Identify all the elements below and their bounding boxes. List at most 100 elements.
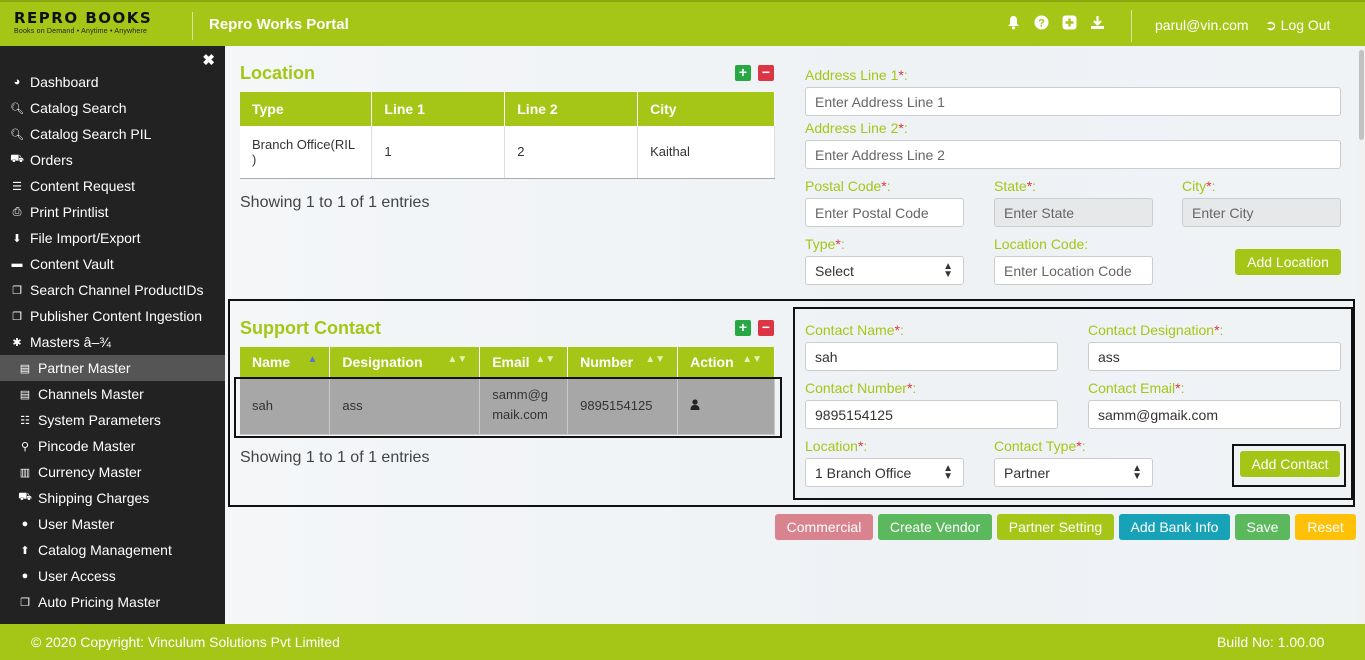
sidebar-item-content-vault[interactable]: ▬ Content Vault <box>0 251 225 277</box>
type-label: Type*: <box>805 236 845 252</box>
sidebar-item-system-parameters[interactable]: ☷ System Parameters <box>0 407 225 433</box>
contact-designation-input[interactable]: ass <box>1088 342 1341 371</box>
sidebar-item-channels-master[interactable]: ▤ Channels Master <box>0 381 225 407</box>
location-cell-line1: 1 <box>371 126 506 179</box>
sidebar-item-user-access[interactable]: ● User Access <box>0 563 225 589</box>
sidebar-item-label: Channels Master <box>38 386 144 402</box>
contact-number-input[interactable]: 9895154125 <box>805 400 1058 429</box>
contact-showing-entries: Showing 1 to 1 of 1 entries <box>240 449 430 466</box>
table-row[interactable]: Branch Office(RIL ) 1 2 Kaithal <box>240 126 775 179</box>
sidebar-item-catalog-search[interactable]: 🔍︎ Catalog Search <box>0 95 225 121</box>
contact-location-select[interactable]: 1 Branch Office ▲ ▼ <box>805 458 964 487</box>
contact-col-number[interactable]: Number ▲▼ <box>567 347 679 377</box>
location-code-input[interactable]: Enter Location Code <box>994 256 1153 285</box>
reset-button[interactable]: Reset <box>1295 514 1356 540</box>
sidebar-item-catalog-search-pil[interactable]: 🔍︎ Catalog Search PIL <box>0 121 225 147</box>
sidebar-item-dashboard[interactable]: ◕ Dashboard <box>0 69 225 95</box>
repro-books-logo[interactable]: REPRO BOOKS Books on Demand • Anytime • … <box>14 10 179 40</box>
sidebar-item-publisher-content-ingestion[interactable]: ❐ Publisher Content Ingestion <box>0 303 225 329</box>
barcode-icon: ▥ <box>19 466 31 479</box>
user-email[interactable]: parul@vin.com <box>1155 17 1249 33</box>
address1-input[interactable]: Enter Address Line 1 <box>805 87 1341 116</box>
location-cell-line2: 2 <box>504 126 639 179</box>
sidebar-item-catalog-management[interactable]: ⬆ Catalog Management <box>0 537 225 563</box>
sidebar-item-auto-pricing-master[interactable]: ❐ Auto Pricing Master <box>0 589 225 615</box>
add-location-plus-icon[interactable]: + <box>735 65 751 81</box>
sidebar-item-label: Content Vault <box>30 256 114 272</box>
add-bank-info-button[interactable]: Add Bank Info <box>1119 514 1230 540</box>
contact-type-value: Partner <box>1004 465 1050 481</box>
save-button[interactable]: Save <box>1235 514 1290 540</box>
plus-square-icon[interactable] <box>1061 15 1077 33</box>
sidebar-item-shipping-charges[interactable]: ⛟ Shipping Charges <box>0 485 225 511</box>
user-icon: ● <box>21 518 29 530</box>
sidebar-item-label: Currency Master <box>38 464 142 480</box>
commercial-button[interactable]: Commercial <box>775 514 873 540</box>
sidebar-item-file-import-export[interactable]: ⬇ File Import/Export <box>0 225 225 251</box>
location-col-city[interactable]: City <box>637 92 775 126</box>
pin-icon: ⚲ <box>20 440 30 453</box>
contact-name-input[interactable]: sah <box>805 342 1058 371</box>
city-label: City*: <box>1182 178 1216 194</box>
sidebar-item-user-master[interactable]: ● User Master <box>0 511 225 537</box>
postal-code-label: Postal Code*: <box>805 178 891 194</box>
location-col-type[interactable]: Type <box>240 92 373 126</box>
bell-icon[interactable] <box>1005 15 1021 33</box>
support-contact-title: Support Contact <box>240 318 381 338</box>
postal-code-input[interactable]: Enter Postal Code <box>805 198 964 227</box>
contact-col-designation[interactable]: Designation ▲▼ <box>329 347 481 377</box>
sidebar-item-label: User Master <box>38 516 115 532</box>
add-location-button[interactable]: Add Location <box>1235 249 1341 275</box>
download-icon[interactable] <box>1089 15 1105 33</box>
remove-location-minus-icon[interactable]: − <box>758 65 774 81</box>
main-content: Location + − Type Line 1 Line 2 City Bra… <box>225 46 1365 624</box>
cart-icon: ⛟ <box>10 153 24 165</box>
state-input[interactable]: Enter State <box>994 198 1153 227</box>
contact-col-name[interactable]: Name ▲ <box>240 347 331 377</box>
partner-setting-button[interactable]: Partner Setting <box>997 514 1114 540</box>
location-cell-city: Kaithal <box>637 126 775 179</box>
sidebar-item-print-printlist[interactable]: ⎙ Print Printlist <box>0 199 225 225</box>
add-contact-button[interactable]: Add Contact <box>1240 451 1340 477</box>
page-scrollbar-thumb[interactable] <box>1359 50 1364 140</box>
logout-link[interactable]: ➲ Log Out <box>1265 17 1330 34</box>
remove-contact-minus-icon[interactable]: − <box>758 320 774 336</box>
sidebar-item-label: Search Channel ProductIDs <box>30 282 204 298</box>
search-icon: 🔍︎ <box>10 128 24 141</box>
sidebar-item-masters[interactable]: ✱ Masters â–¾ <box>0 329 225 355</box>
type-select[interactable]: Select ▲ ▼ <box>805 256 964 285</box>
sidebar-item-currency-master[interactable]: ▥ Currency Master <box>0 459 225 485</box>
folder-icon: ▬ <box>11 258 23 270</box>
sidebar-item-content-request[interactable]: ☰ Content Request <box>0 173 225 199</box>
header-divider-right <box>1131 10 1132 42</box>
question-icon[interactable]: ? <box>1033 15 1049 33</box>
sidebar-item-pincode-master[interactable]: ⚲ Pincode Master <box>0 433 225 459</box>
address2-input[interactable]: Enter Address Line 2 <box>805 140 1341 169</box>
sidebar-item-search-channel-productids[interactable]: ❐ Search Channel ProductIDs <box>0 277 225 303</box>
sidebar-item-partner-master[interactable]: ▤ Partner Master <box>0 355 225 381</box>
copy-icon: ❐ <box>12 284 22 297</box>
sort-icon: ▲▼ <box>645 354 666 365</box>
location-col-line2[interactable]: Line 2 <box>504 92 639 126</box>
close-icon[interactable]: ✖ <box>202 51 215 69</box>
header-divider <box>192 12 193 40</box>
sidebar-menu: ◕ Dashboard 🔍︎ Catalog Search 🔍︎ Catalog Sear… <box>0 69 225 615</box>
contact-email-input[interactable]: samm@gmaik.com <box>1088 400 1341 429</box>
sort-arrows-icon: ▲ ▼ <box>943 261 953 280</box>
sidebar-item-label: Publisher Content Ingestion <box>30 308 202 324</box>
sort-icon: ▲▼ <box>742 354 762 365</box>
add-contact-plus-icon[interactable]: + <box>735 320 751 336</box>
location-col-line1[interactable]: Line 1 <box>371 92 506 126</box>
type-select-value: Select <box>815 263 854 279</box>
city-input[interactable]: Enter City <box>1182 198 1341 227</box>
sort-asc-icon: ▲ <box>307 354 318 365</box>
location-cell-type: Branch Office(RIL ) <box>240 126 373 179</box>
contact-col-email[interactable]: Email ▲▼ <box>479 347 569 377</box>
sidebar-item-orders[interactable]: ⛟ Orders <box>0 147 225 173</box>
dashboard-icon: ◕ <box>13 76 21 88</box>
portal-title: Repro Works Portal <box>209 16 349 33</box>
contact-location-value: 1 Branch Office <box>815 465 912 481</box>
contact-type-select[interactable]: Partner ▲ ▼ <box>994 458 1153 487</box>
contact-col-action[interactable]: Action ▲▼ <box>677 347 775 377</box>
create-vendor-button[interactable]: Create Vendor <box>878 514 992 540</box>
